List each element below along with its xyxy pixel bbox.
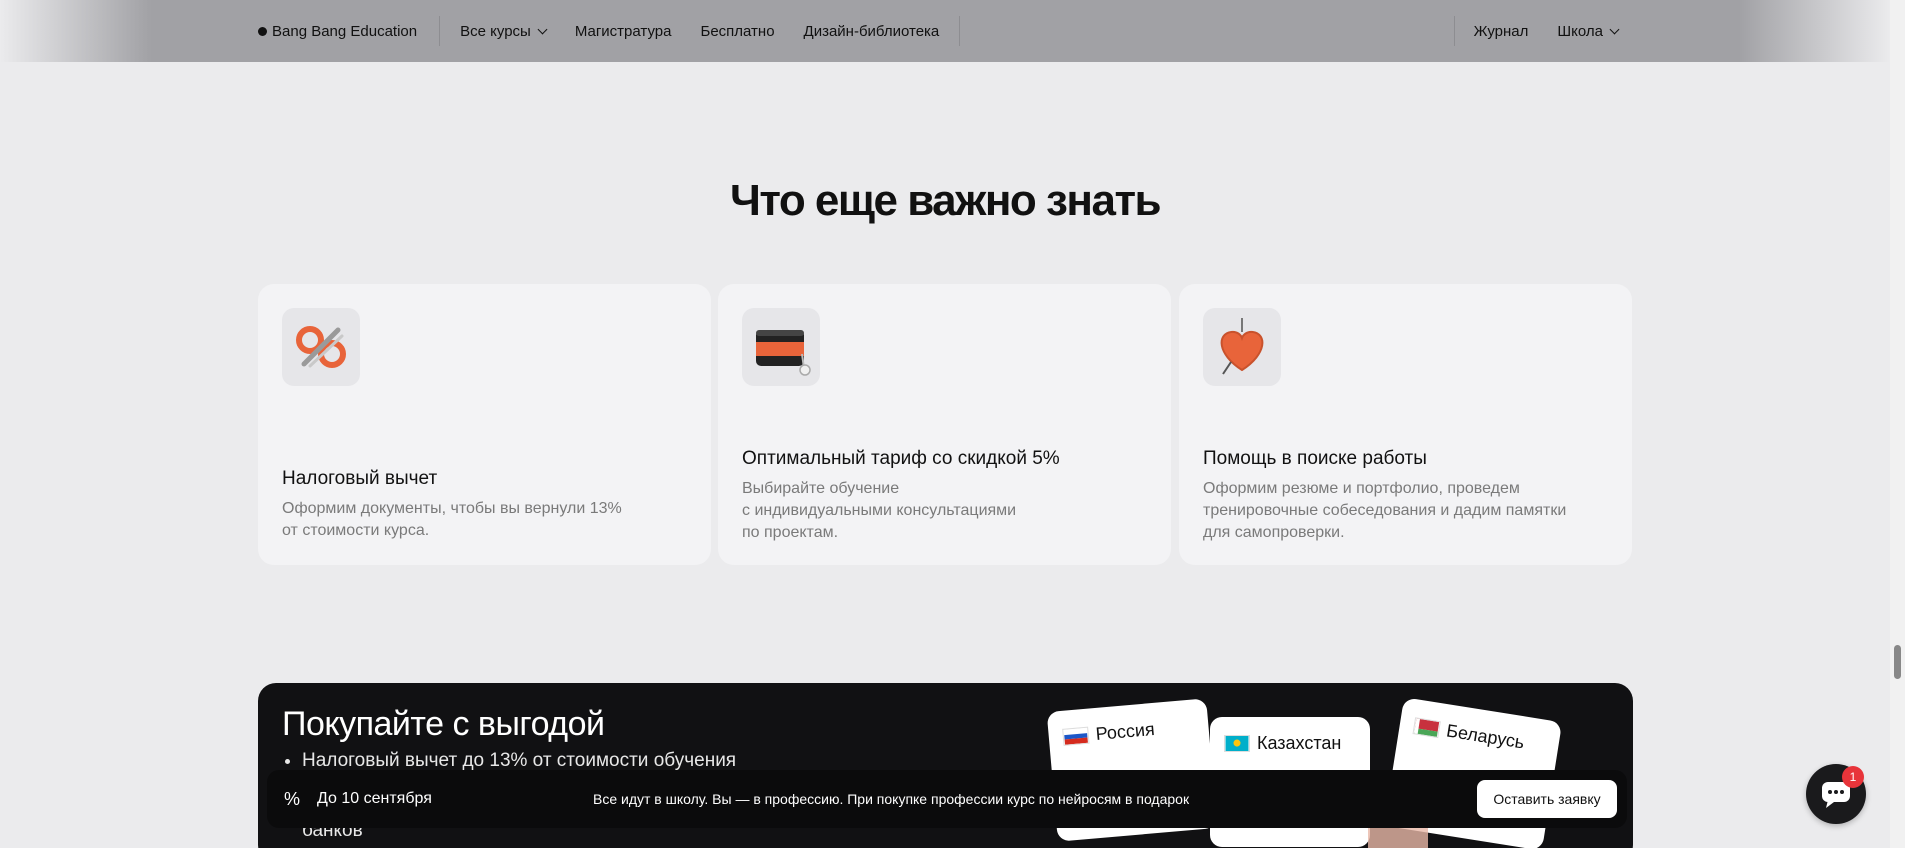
card-title: Оптимальный тариф со скидкой 5% <box>742 448 1060 469</box>
russia-flag-icon <box>1062 726 1090 746</box>
nav-link-design-library[interactable]: Дизайн-библиотека <box>804 23 940 40</box>
nav-right: Журнал Школа <box>1453 16 1620 46</box>
promo-list-item: Налоговый вычет до 13% от стоимости обуч… <box>282 750 736 772</box>
nav-link-journal[interactable]: Журнал <box>1474 23 1529 40</box>
card-optimal-tariff: Оптимальный тариф со скидкой 5% Выбирайт… <box>718 284 1171 565</box>
nav-link-all-courses[interactable]: Все курсы <box>460 22 548 40</box>
banner-date: До 10 сентября <box>317 790 432 807</box>
section-title: Что еще важно знать <box>729 176 1162 225</box>
nav-link-label: Все курсы <box>460 22 531 40</box>
brand-dot-icon <box>258 26 267 36</box>
nav-link-free[interactable]: Бесплатно <box>700 23 774 40</box>
country-name: Россия <box>1094 718 1156 744</box>
country-label: Россия <box>1062 719 1156 748</box>
country-label: Беларусь <box>1412 715 1526 753</box>
brand-name: Bang Bang Education <box>272 22 418 40</box>
promo-list: Налоговый вычет до 13% от стоимости обуч… <box>282 750 736 772</box>
wallet-icon <box>742 308 820 386</box>
heart-icon <box>1203 308 1281 386</box>
country-name: Беларусь <box>1444 720 1526 753</box>
card-tax-deduction: Налоговый вычет Оформим документы, чтобы… <box>258 284 711 565</box>
submit-request-button[interactable]: Оставить заявку <box>1477 780 1617 818</box>
card-text: Оформим документы, чтобы вы вернули 13% … <box>282 500 622 539</box>
kazakhstan-flag-icon <box>1224 735 1250 752</box>
nav-inner: Bang Bang Education Все курсы Магистрату… <box>258 0 1620 62</box>
country-label: Казахстан <box>1224 733 1341 754</box>
chevron-down-icon <box>1609 24 1620 34</box>
card-text: Выбирайте обучение с индивидуальными кон… <box>742 480 1017 541</box>
brand-logo[interactable]: Bang Bang Education <box>258 16 441 46</box>
promo-title: Покупайте с выгодой <box>282 705 605 743</box>
nav-link-label: Школа <box>1557 22 1603 40</box>
chat-notification-badge: 1 <box>1842 766 1864 788</box>
nav-links: Все курсы Магистратура Бесплатно Дизайн-… <box>440 16 961 46</box>
percent-icon <box>282 308 360 386</box>
top-navigation: Bang Bang Education Все курсы Магистрату… <box>0 0 1890 62</box>
scrollbar-thumb[interactable] <box>1894 645 1901 679</box>
banner-message: Все идут в школу. Вы — в профессию. При … <box>593 791 1190 807</box>
country-name: Казахстан <box>1257 733 1342 753</box>
promo-banner-bar: % До 10 сентября Все идут в школу. Вы — … <box>267 770 1627 828</box>
percent-icon: % <box>283 788 300 809</box>
belarus-flag-icon <box>1412 717 1441 739</box>
chevron-down-icon <box>537 24 548 34</box>
card-title: Помощь в поиске работы <box>1203 448 1427 469</box>
nav-link-masters[interactable]: Магистратура <box>575 23 672 40</box>
card-text: Оформим резюме и портфолио, проведем тре… <box>1203 480 1567 541</box>
card-title: Налоговый вычет <box>282 468 438 489</box>
nav-link-school[interactable]: Школа <box>1557 22 1620 40</box>
page-scrollbar[interactable] <box>1890 0 1905 848</box>
card-job-assistance: Помощь в поиске работы Оформим резюме и … <box>1179 284 1632 565</box>
